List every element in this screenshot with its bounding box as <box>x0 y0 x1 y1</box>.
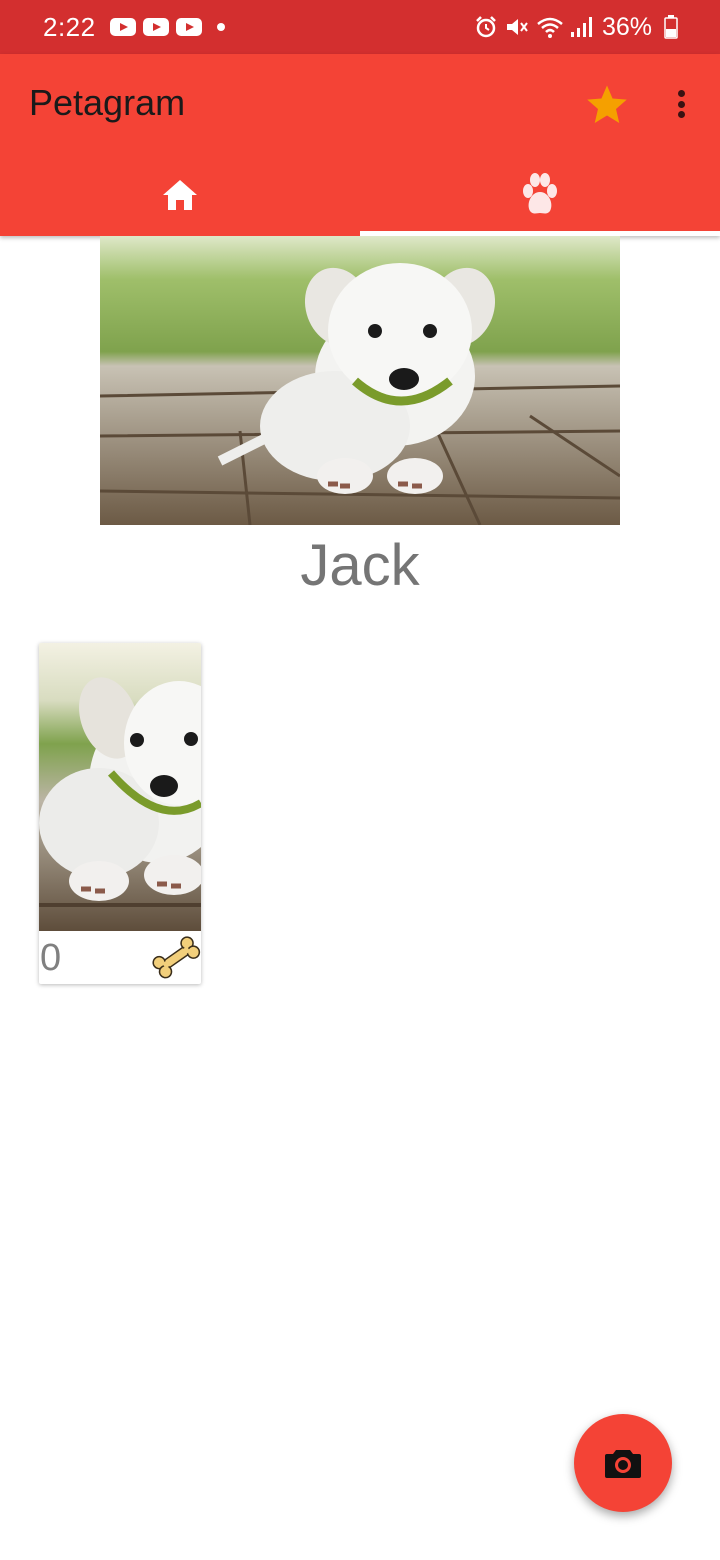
dot-icon <box>216 23 225 31</box>
profile-photo <box>100 236 620 525</box>
status-time: 2:22 <box>43 11 96 42</box>
battery-percent: 36% <box>601 12 652 41</box>
wifi-icon <box>537 17 563 38</box>
tab-profile[interactable] <box>360 154 720 236</box>
puppy-photo <box>100 236 620 525</box>
star-icon[interactable] <box>584 82 630 128</box>
card-photo <box>39 643 201 931</box>
youtube-icon <box>142 18 169 36</box>
app-bar: Petagram <box>0 54 720 236</box>
home-icon <box>163 180 197 210</box>
bone-icon[interactable] <box>151 935 201 979</box>
more-vert-icon[interactable] <box>668 84 694 124</box>
like-count: 0 <box>40 937 62 979</box>
more-dot <box>677 111 685 118</box>
mute-icon <box>506 19 528 35</box>
puppy-photo <box>39 643 201 931</box>
paw-icon <box>523 173 557 214</box>
status-bar: 2:22 36% <box>0 0 720 54</box>
more-dot <box>677 90 685 97</box>
status-right: 36% <box>468 13 678 42</box>
battery-icon <box>664 15 678 39</box>
youtube-icon <box>175 18 202 36</box>
pet-card[interactable]: 0 <box>39 643 201 984</box>
alarm-icon <box>476 16 496 38</box>
tab-home[interactable] <box>0 154 360 236</box>
more-dot <box>677 100 685 108</box>
youtube-icon <box>109 18 136 36</box>
signal-icon <box>570 17 592 37</box>
camera-icon <box>605 1450 641 1478</box>
status-left: 2:22 <box>43 12 225 43</box>
app-title: Petagram <box>29 82 186 123</box>
camera-fab[interactable] <box>574 1414 672 1512</box>
pet-name: Jack <box>300 533 420 598</box>
tab-bar <box>0 154 720 236</box>
